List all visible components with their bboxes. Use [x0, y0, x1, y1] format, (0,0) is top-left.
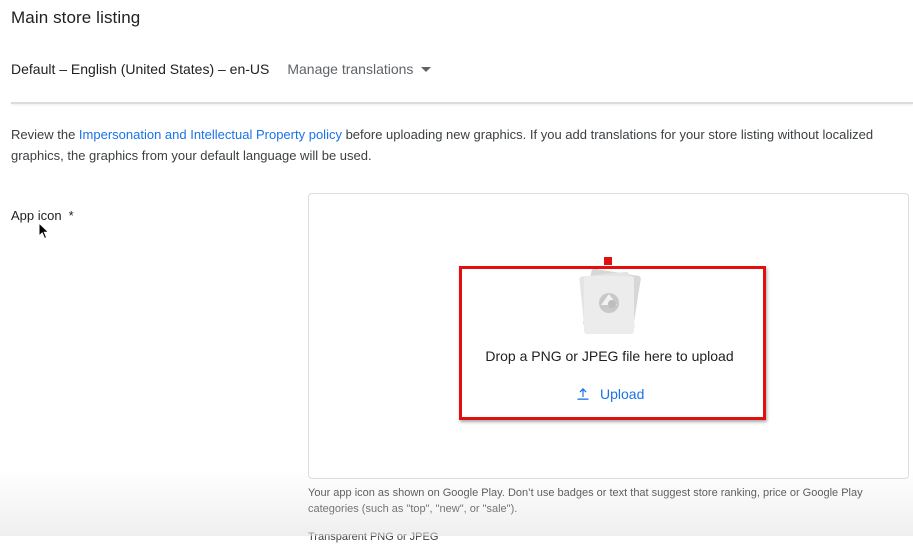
- language-row: Default – English (United States) – en-U…: [11, 61, 432, 77]
- header-divider: [11, 102, 913, 104]
- caret-down-icon: [421, 67, 432, 72]
- app-icon-format-text: Transparent PNG or JPEG: [308, 531, 439, 543]
- manage-translations-dropdown[interactable]: Manage translations: [287, 61, 432, 77]
- page-title: Main store listing: [11, 8, 141, 27]
- required-marker: *: [68, 208, 74, 223]
- manage-translations-label: Manage translations: [287, 61, 414, 77]
- app-icon-label-text: App icon: [11, 208, 62, 223]
- app-icon-helper-text: Your app icon as shown on Google Play. D…: [308, 487, 863, 515]
- ip-policy-link[interactable]: Impersonation and Intellectual Property …: [79, 127, 342, 142]
- app-icon-label: App icon *: [11, 208, 74, 223]
- highlight-annotation: [459, 266, 766, 420]
- notice-prefix: Review the: [11, 127, 79, 142]
- red-marker: [604, 257, 612, 265]
- mouse-cursor-icon: [38, 222, 50, 240]
- default-language-label: Default – English (United States) – en-U…: [11, 61, 270, 77]
- graphics-notice: Review the Impersonation and Intellectua…: [11, 124, 891, 166]
